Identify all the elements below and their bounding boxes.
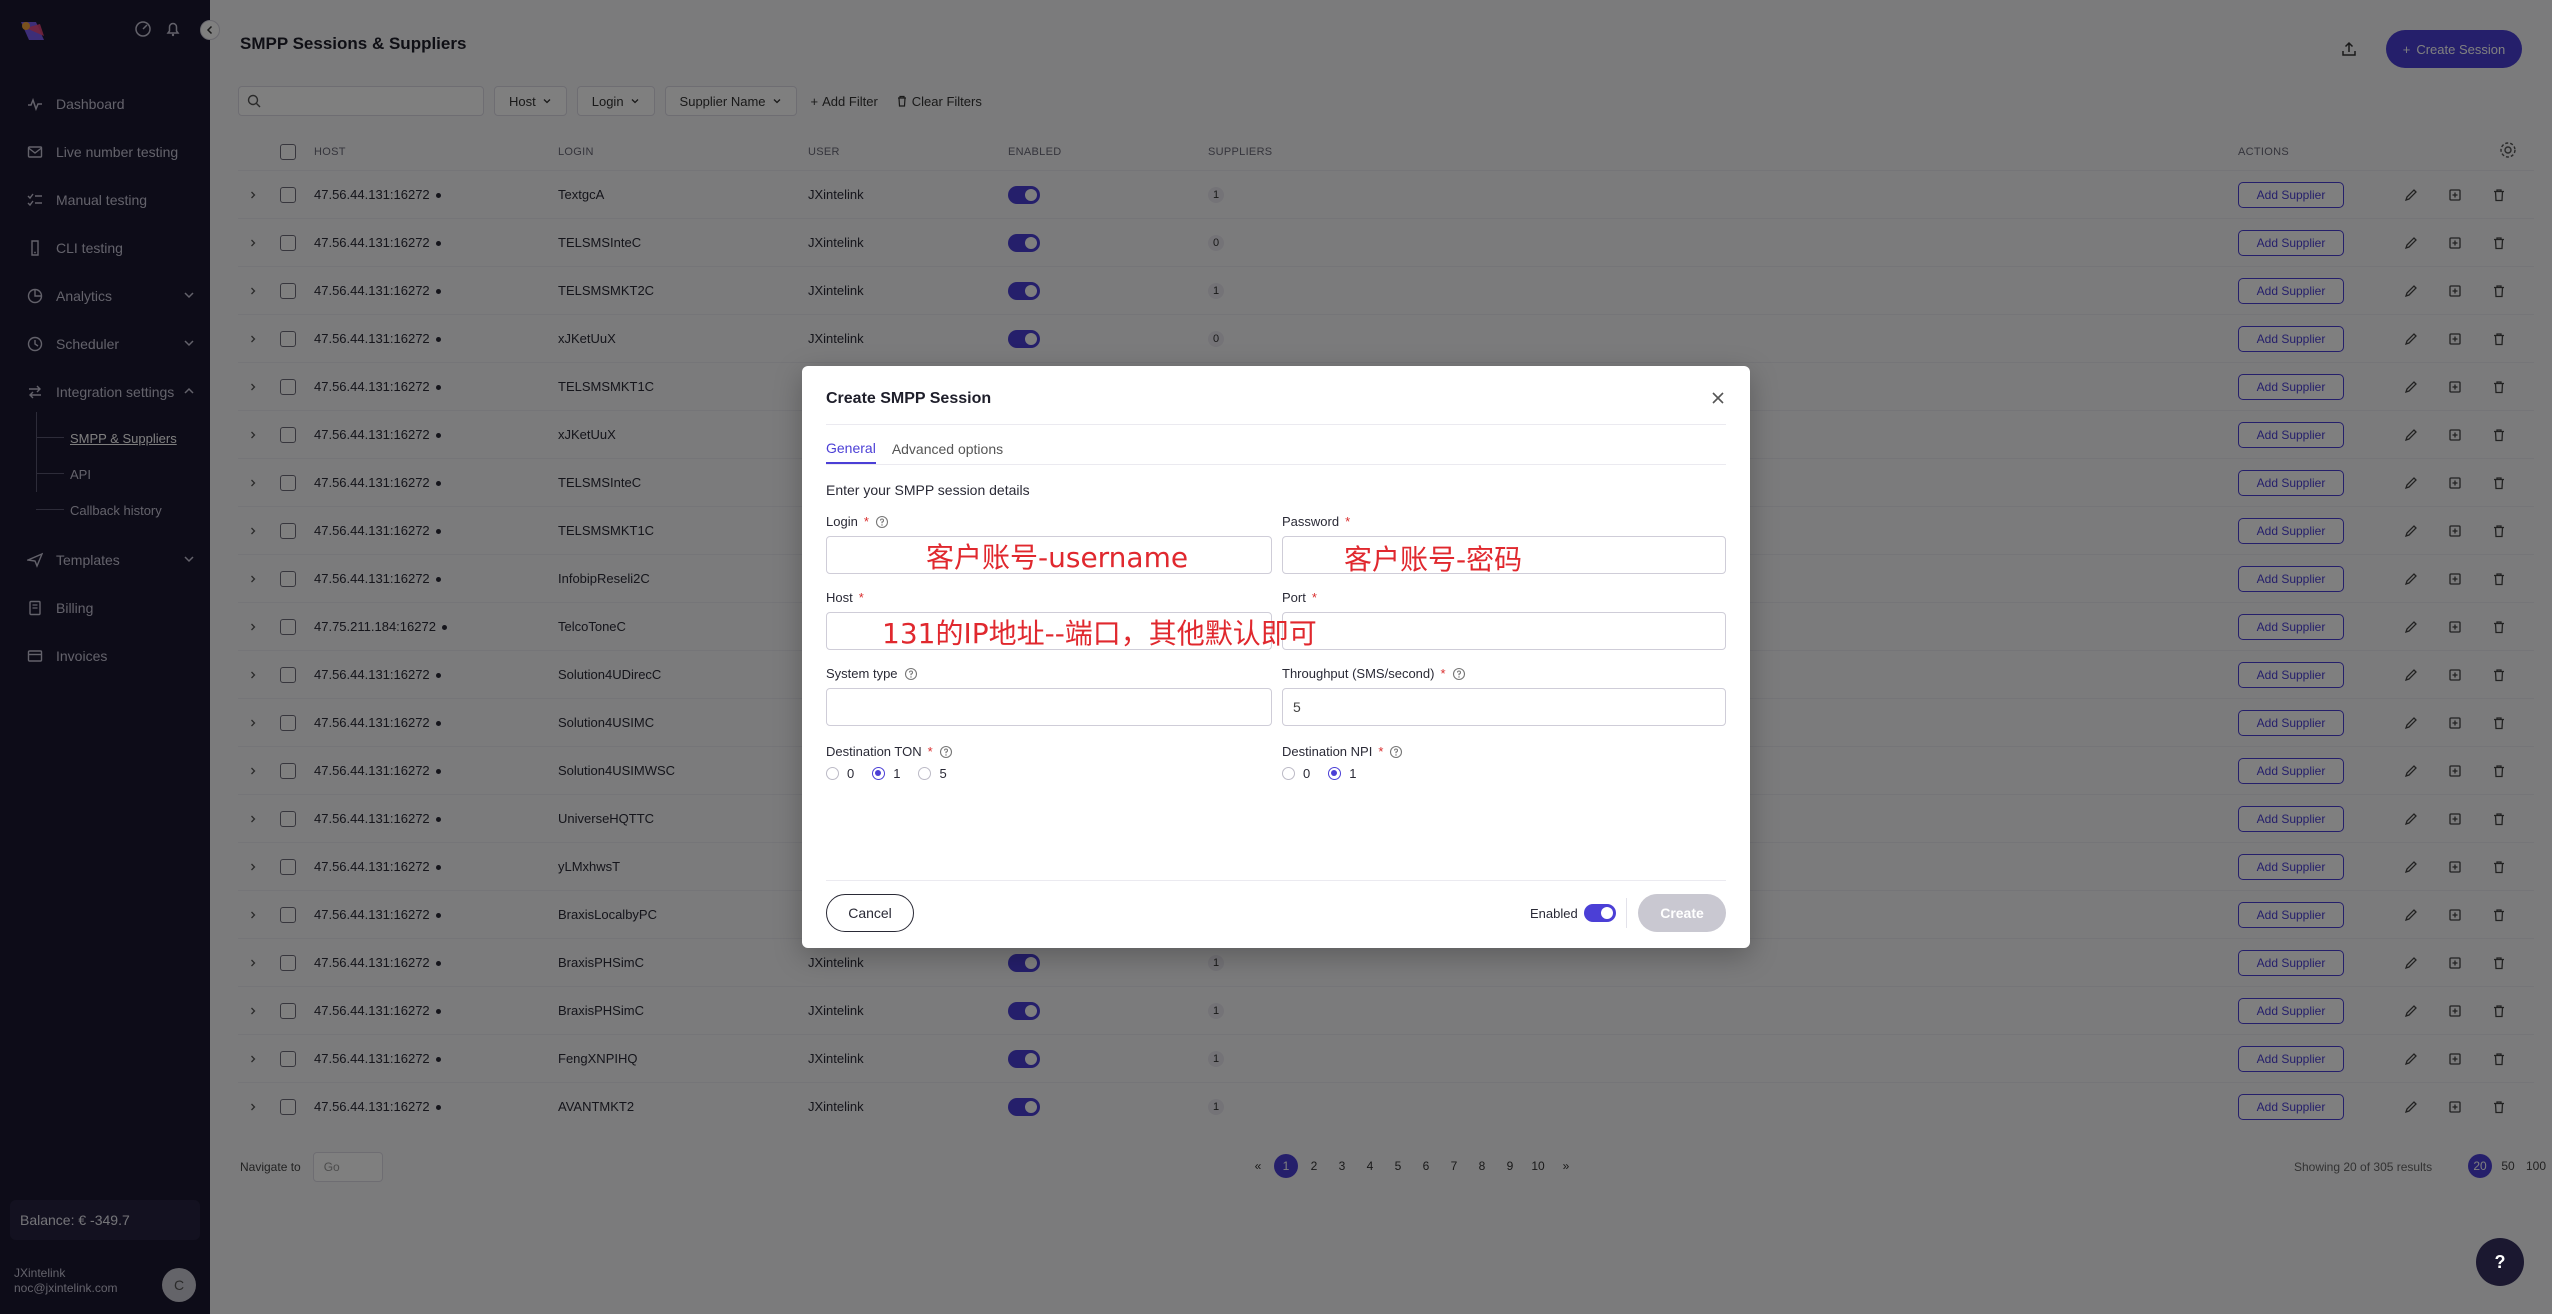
required-marker: *: [1345, 514, 1351, 529]
radio-label: 1: [1349, 766, 1357, 781]
create-smpp-session-dialog: Create SMPP Session General Advanced opt…: [802, 366, 1750, 948]
dest-npi-label: Destination NPI *: [1282, 744, 1403, 759]
radio-circle: [1328, 767, 1342, 780]
radio-circle: [1282, 767, 1295, 780]
dest-npi-radio-group: 0 1: [1282, 766, 1356, 781]
help-icon[interactable]: [1389, 745, 1403, 759]
port-label: Port *: [1282, 590, 1317, 605]
host-label-text: Host: [826, 590, 853, 605]
radio-label: 1: [893, 766, 901, 781]
divider: [826, 424, 1726, 425]
radio-circle: [826, 767, 839, 780]
help-icon[interactable]: [904, 667, 918, 681]
required-marker: *: [863, 514, 869, 529]
dialog-tabs: General Advanced options: [826, 434, 1003, 464]
dest-npi-radio-0[interactable]: 0: [1282, 766, 1310, 781]
help-icon[interactable]: [939, 745, 953, 759]
host-label: Host *: [826, 590, 864, 605]
help-icon[interactable]: [1452, 667, 1466, 681]
login-annotation: 客户账号-username: [926, 541, 1189, 574]
password-annotation: 客户账号-密码: [1344, 543, 1523, 576]
required-marker: *: [858, 590, 864, 605]
dialog-title: Create SMPP Session: [826, 390, 992, 407]
password-label-text: Password: [1282, 514, 1340, 529]
dest-ton-radio-0[interactable]: 0: [826, 766, 854, 781]
radio-label: 5: [939, 766, 947, 781]
enabled-toggle[interactable]: [1584, 904, 1616, 922]
dest-npi-label-text: Destination NPI: [1282, 744, 1373, 759]
radio-circle: [872, 767, 886, 780]
login-label: Login *: [826, 514, 889, 529]
divider: [1626, 898, 1627, 928]
throughput-label: Throughput (SMS/second) *: [1282, 666, 1466, 681]
system-type-label: System type: [826, 666, 918, 681]
radio-circle: [918, 767, 932, 780]
dest-ton-radio-1[interactable]: 1: [872, 766, 900, 781]
tab-general[interactable]: General: [826, 434, 876, 464]
required-marker: *: [1378, 744, 1384, 759]
tab-advanced-options[interactable]: Advanced options: [892, 434, 1003, 464]
radio-label: 0: [1303, 766, 1311, 781]
port-input[interactable]: [1282, 612, 1726, 650]
close-icon: [1712, 392, 1724, 404]
required-marker: *: [1311, 590, 1317, 605]
dest-ton-label: Destination TON *: [826, 744, 953, 759]
divider: [826, 880, 1726, 881]
port-label-text: Port: [1282, 590, 1306, 605]
enabled-label: Enabled: [1530, 906, 1578, 921]
create-button[interactable]: Create: [1638, 894, 1726, 932]
close-button[interactable]: [1708, 388, 1728, 408]
password-label: Password *: [1282, 514, 1350, 529]
radio-label: 0: [847, 766, 855, 781]
dest-ton-label-text: Destination TON: [826, 744, 922, 759]
help-icon[interactable]: [875, 515, 889, 529]
throughput-input[interactable]: 5: [1282, 688, 1726, 726]
cancel-button[interactable]: Cancel: [826, 894, 914, 932]
dest-ton-radio-5[interactable]: 5: [918, 766, 947, 781]
system-type-input[interactable]: [826, 688, 1272, 726]
required-marker: *: [1440, 666, 1446, 681]
throughput-label-text: Throughput (SMS/second): [1282, 666, 1435, 681]
dest-npi-radio-1[interactable]: 1: [1328, 766, 1356, 781]
required-marker: *: [927, 744, 933, 759]
system-type-label-text: System type: [826, 666, 898, 681]
help-button[interactable]: ?: [2476, 1238, 2524, 1286]
section-title: Enter your SMPP session details: [826, 482, 1030, 498]
dest-ton-radio-group: 0 1 5: [826, 766, 947, 781]
divider: [826, 464, 1726, 465]
host-annotation: 131的IP地址--端口，其他默认即可: [882, 617, 1317, 650]
login-label-text: Login: [826, 514, 858, 529]
